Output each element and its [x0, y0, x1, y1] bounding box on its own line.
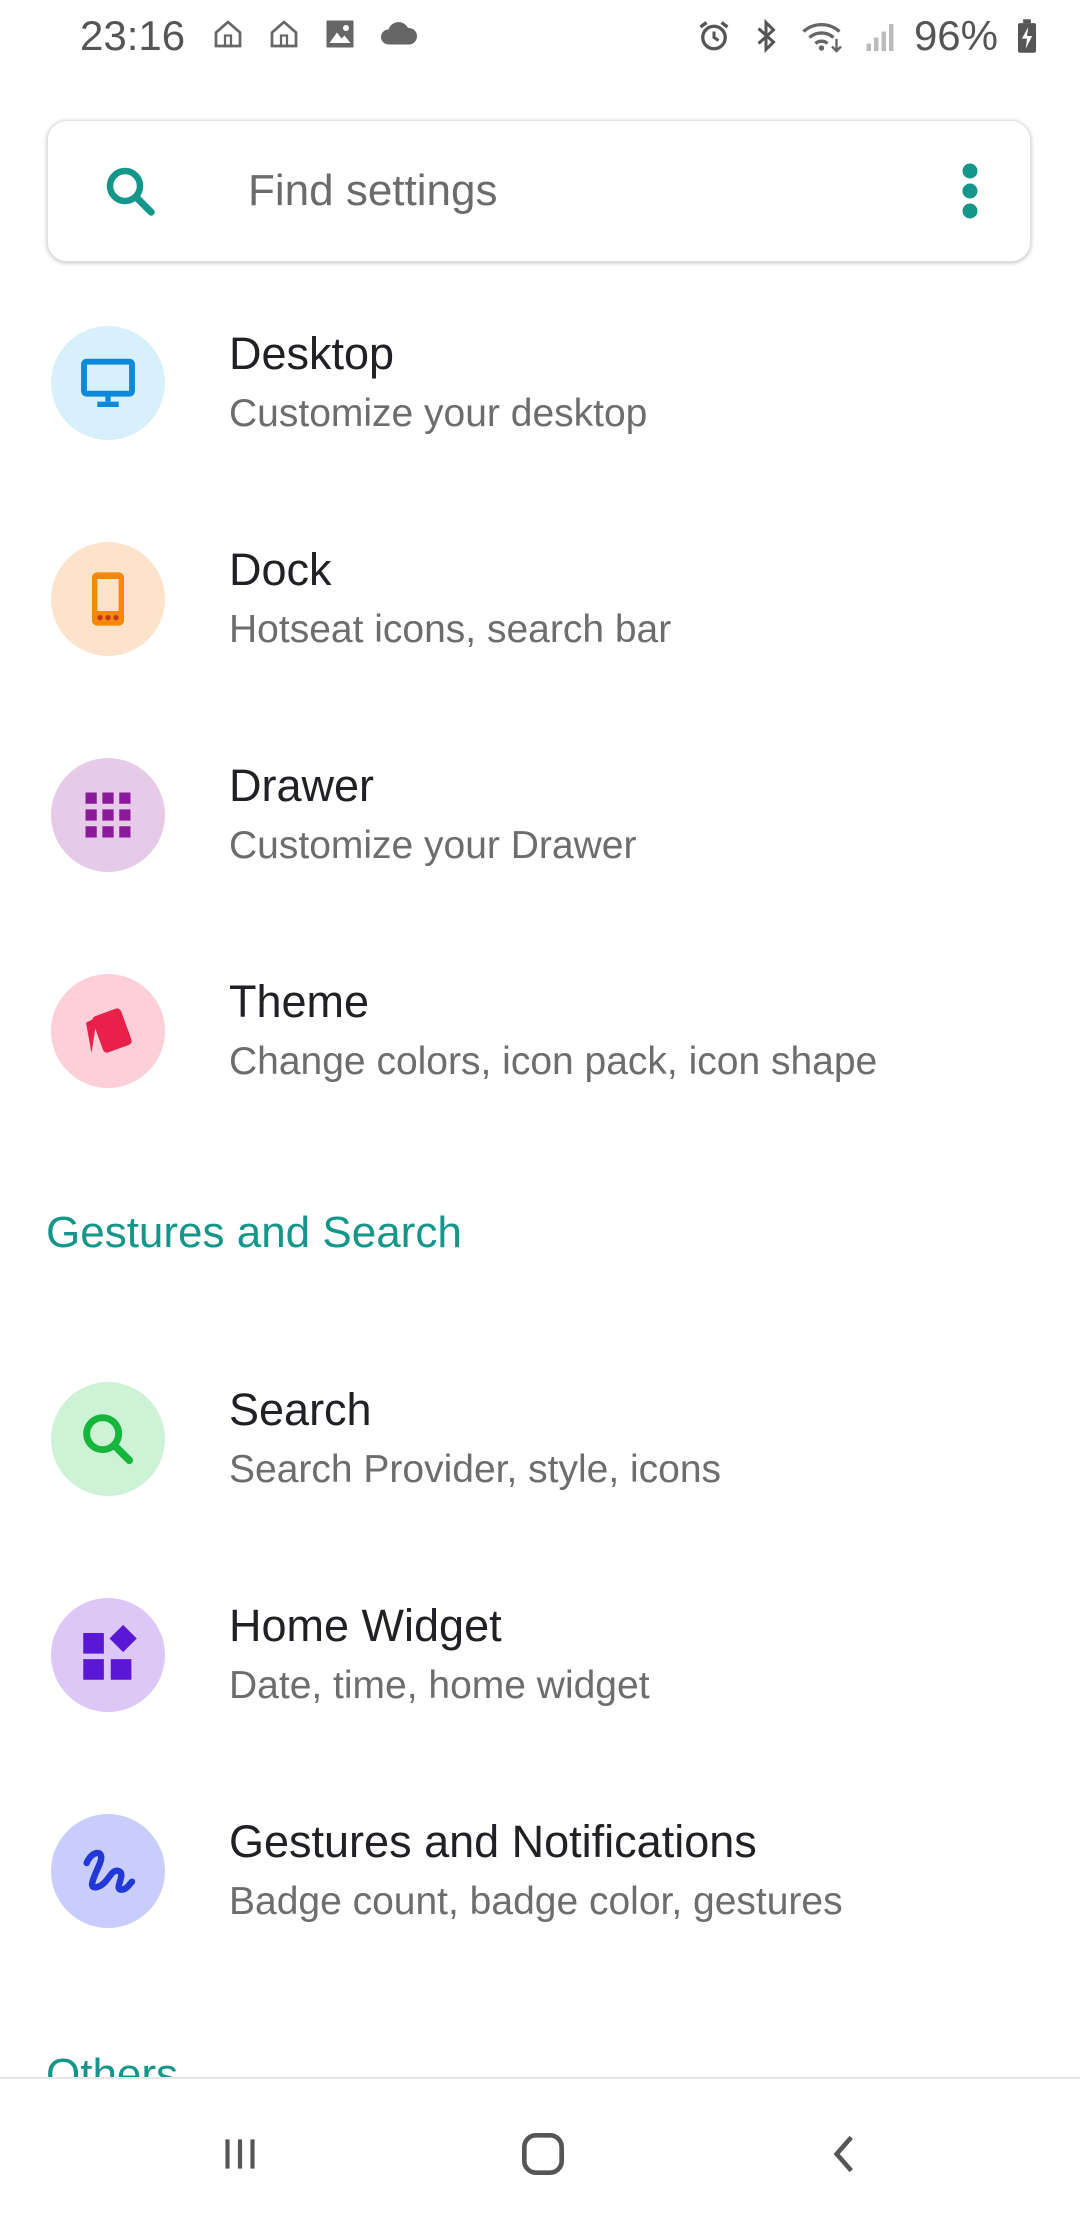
- search-bar[interactable]: Find settings: [47, 120, 1031, 262]
- notification-icons: [210, 16, 420, 52]
- item-title: Theme: [229, 976, 370, 1027]
- home-icon: [214, 20, 242, 48]
- item-subtitle: Customize your desktop: [229, 392, 648, 435]
- item-title: Gestures and Notifications: [229, 1816, 757, 1867]
- app-grid-icon: [85, 792, 131, 838]
- alarm-icon: [699, 21, 729, 51]
- gesture-icon: [83, 1849, 136, 1893]
- system-icons: 96%: [696, 12, 1040, 60]
- icon-circle: [51, 326, 165, 440]
- palette-cards-icon: [86, 1008, 132, 1053]
- item-subtitle: Badge count, badge color, gestures: [229, 1880, 843, 1923]
- signal-icon: [866, 24, 894, 51]
- setting-item-home-widget[interactable]: Home Widget Date, time, home widget: [0, 1598, 1080, 1798]
- recent-apps-button[interactable]: [205, 2119, 275, 2189]
- status-time: 23:16: [80, 12, 186, 59]
- bluetooth-icon: [757, 18, 776, 54]
- item-subtitle: Search Provider, style, icons: [229, 1448, 722, 1491]
- icon-circle: [51, 1382, 165, 1496]
- item-title: Home Widget: [229, 1600, 502, 1651]
- search-input[interactable]: Find settings: [248, 166, 497, 216]
- navigation-bar: [0, 2077, 1080, 2222]
- item-subtitle: Customize your Drawer: [229, 824, 637, 867]
- cloud-icon: [381, 22, 418, 45]
- widgets-icon: [83, 1624, 137, 1680]
- item-title: Search: [229, 1384, 372, 1435]
- item-title: Drawer: [229, 760, 375, 811]
- battery-charging-icon: [1018, 19, 1036, 53]
- icon-circle: [51, 974, 165, 1088]
- search-icon: [83, 1414, 134, 1465]
- setting-item-desktop[interactable]: Desktop Customize your desktop: [0, 326, 1080, 526]
- setting-item-dock[interactable]: Dock Hotseat icons, search bar: [0, 542, 1080, 742]
- status-bar: 23:16 96%: [0, 0, 1080, 72]
- home-icon: [270, 20, 298, 48]
- more-vertical-icon[interactable]: [960, 161, 980, 221]
- recent-apps-icon: [225, 2139, 255, 2169]
- setting-item-drawer[interactable]: Drawer Customize your Drawer: [0, 758, 1080, 958]
- back-icon: [833, 2135, 853, 2173]
- item-title: Dock: [229, 544, 332, 595]
- icon-circle: [51, 758, 165, 872]
- home-button-icon: [522, 2133, 564, 2175]
- item-subtitle: Change colors, icon pack, icon shape: [229, 1040, 878, 1083]
- item-subtitle: Hotseat icons, search bar: [229, 608, 672, 651]
- item-title: Desktop: [229, 328, 395, 379]
- battery-percent: 96%: [913, 12, 998, 59]
- item-subtitle: Date, time, home widget: [229, 1664, 650, 1707]
- search-icon: [106, 167, 155, 216]
- icon-circle: [51, 542, 165, 656]
- home-button[interactable]: [508, 2119, 578, 2189]
- section-header-gestures-and-search: Gestures and Search: [46, 1208, 462, 1257]
- back-button[interactable]: [810, 2119, 880, 2189]
- setting-item-gestures-notifications[interactable]: Gestures and Notifications Badge count, …: [0, 1814, 1080, 2014]
- phone-dock-icon: [92, 572, 124, 626]
- wifi-icon: [802, 22, 842, 53]
- icon-circle: [51, 1598, 165, 1712]
- image-icon: [326, 20, 354, 48]
- setting-item-search[interactable]: Search Search Provider, style, icons: [0, 1382, 1080, 1582]
- icon-circle: [51, 1814, 165, 1928]
- setting-item-theme[interactable]: Theme Change colors, icon pack, icon sha…: [0, 974, 1080, 1174]
- monitor-icon: [81, 358, 135, 407]
